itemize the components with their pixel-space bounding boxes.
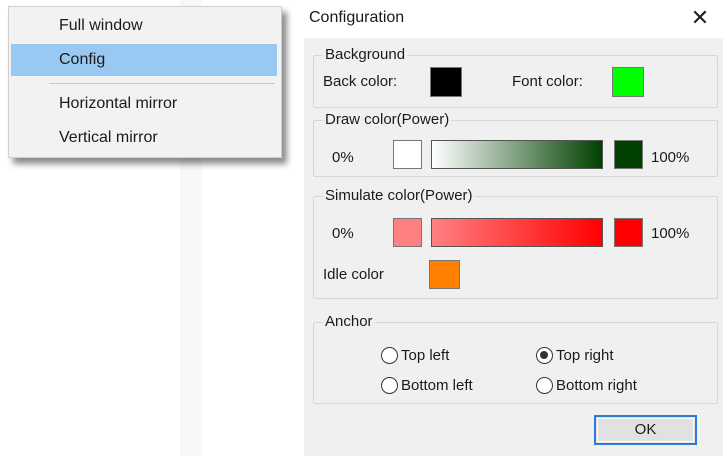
simulate-start-color-swatch[interactable]	[393, 218, 422, 247]
context-menu: Full window Config Horizontal mirror Ver…	[8, 6, 282, 158]
background-legend: Background	[323, 46, 408, 64]
anchor-top-right-radio[interactable]: Top right	[536, 344, 614, 366]
radio-button-checked-icon	[536, 346, 553, 364]
simulate-max-label: 100%	[651, 225, 690, 242]
simulate-color-legend: Simulate color(Power)	[323, 187, 475, 205]
font-color-label: Font color:	[512, 73, 583, 90]
ok-button[interactable]: OK	[594, 415, 697, 445]
dialog-titlebar: Configuration ✕	[304, 0, 723, 38]
idle-color-swatch[interactable]	[429, 260, 460, 289]
simulate-color-group: Simulate color(Power) 0% 100% Idle color	[313, 187, 718, 299]
anchor-group: Anchor Top left Top right Bottom left Bo…	[313, 313, 718, 404]
menu-item-vertical-mirror[interactable]: Vertical mirror	[11, 122, 277, 154]
draw-end-color-swatch[interactable]	[614, 140, 643, 169]
back-color-label: Back color:	[323, 73, 398, 90]
draw-start-color-swatch[interactable]	[393, 140, 422, 169]
menu-item-config[interactable]: Config	[11, 44, 277, 76]
menu-item-full-window[interactable]: Full window	[11, 10, 277, 42]
draw-max-label: 100%	[651, 149, 690, 166]
anchor-bottom-right-radio[interactable]: Bottom right	[536, 374, 637, 396]
radio-button-icon	[381, 346, 398, 364]
draw-min-label: 0%	[332, 149, 354, 166]
font-color-swatch[interactable]	[612, 67, 644, 97]
anchor-bottom-left-label: Bottom left	[401, 376, 473, 394]
simulate-end-color-swatch[interactable]	[614, 218, 643, 247]
menu-item-horizontal-mirror[interactable]: Horizontal mirror	[11, 88, 277, 120]
background-group: Background Back color: Font color:	[313, 46, 718, 108]
radio-button-icon	[536, 376, 553, 394]
simulate-min-label: 0%	[332, 225, 354, 242]
configuration-dialog: Configuration ✕ Background Back color: F…	[304, 0, 723, 456]
idle-color-label: Idle color	[323, 266, 384, 283]
draw-color-gradient-bar	[431, 140, 603, 169]
menu-separator	[49, 83, 275, 84]
anchor-top-right-label: Top right	[556, 346, 614, 364]
anchor-top-left-radio[interactable]: Top left	[381, 344, 449, 366]
dialog-title: Configuration	[309, 9, 405, 26]
draw-color-legend: Draw color(Power)	[323, 111, 452, 129]
draw-color-group: Draw color(Power) 0% 100%	[313, 111, 718, 177]
anchor-bottom-right-label: Bottom right	[556, 376, 637, 394]
simulate-color-gradient-bar	[431, 218, 603, 247]
radio-button-icon	[381, 376, 398, 394]
anchor-legend: Anchor	[323, 313, 375, 331]
anchor-top-left-label: Top left	[401, 346, 450, 364]
anchor-bottom-left-radio[interactable]: Bottom left	[381, 374, 473, 396]
close-icon[interactable]: ✕	[682, 2, 718, 34]
back-color-swatch[interactable]	[430, 67, 462, 97]
